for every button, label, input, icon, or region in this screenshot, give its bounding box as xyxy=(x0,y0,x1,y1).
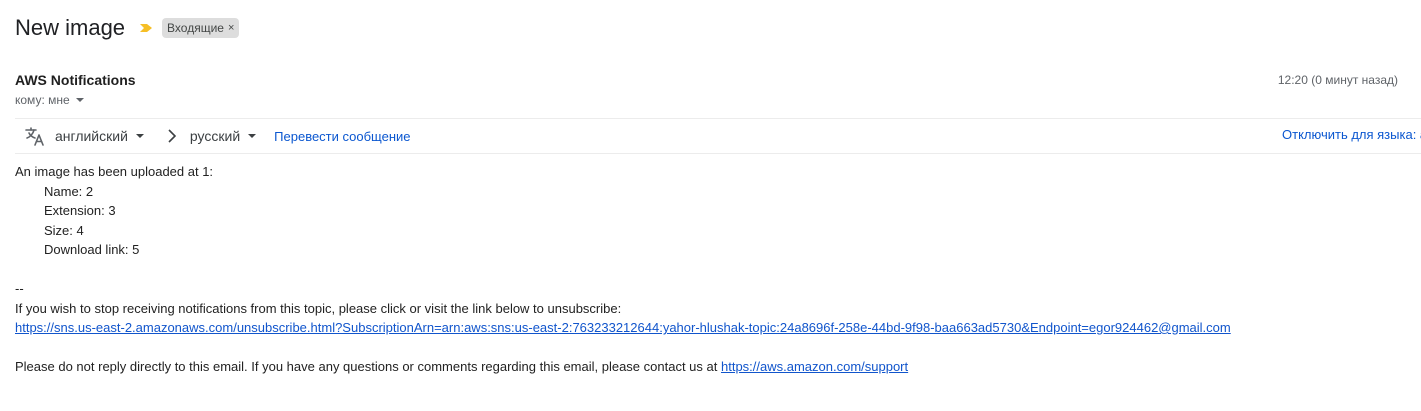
translate-icon xyxy=(24,125,46,147)
chevron-down-icon xyxy=(135,134,144,138)
unsubscribe-text: If you wish to stop receiving notificati… xyxy=(15,300,622,316)
sender-name[interactable]: AWS Notifications xyxy=(15,72,136,88)
footer-text: Please do not reply directly to this ema… xyxy=(15,359,721,374)
source-language-label: английский xyxy=(55,128,128,144)
chevron-down-icon[interactable] xyxy=(75,98,84,102)
body-intro: An image has been uploaded at 1: xyxy=(15,164,214,179)
target-language-select[interactable]: русский xyxy=(189,128,257,144)
importance-marker-icon[interactable] xyxy=(139,21,153,35)
unsubscribe-link[interactable]: https://sns.us-east-2.amazonaws.com/unsu… xyxy=(15,320,1231,335)
email-timestamp: 12:20 (0 минут назад) xyxy=(1277,73,1398,87)
body-field-extension: Extension: 3 xyxy=(44,203,116,218)
email-body: An image has been uploaded at 1: Name: 2… xyxy=(15,162,1231,377)
disable-translation-link[interactable]: Отключить для языка: а xyxy=(1282,127,1421,142)
recipient-details[interactable]: кому: мне xyxy=(15,93,84,107)
email-subject: New image xyxy=(15,15,126,40)
remove-label-icon[interactable]: × xyxy=(228,22,234,34)
signature-separator: -- xyxy=(15,281,24,296)
chevron-down-icon xyxy=(248,134,257,138)
recipient-text: кому: мне xyxy=(15,93,70,107)
label-chip-inbox: Входящие × xyxy=(162,18,240,38)
body-field-download-link: Download link: 5 xyxy=(44,242,140,257)
source-language-select[interactable]: английский xyxy=(55,128,144,144)
email-view: New image Входящие × AWS Notifications к… xyxy=(0,0,1421,411)
translate-message-link[interactable]: Перевести сообщение xyxy=(274,129,410,144)
support-link[interactable]: https://aws.amazon.com/support xyxy=(721,359,908,374)
body-field-size: Size: 4 xyxy=(44,222,84,238)
subject-row: New image Входящие × xyxy=(15,14,240,42)
translate-bar: английский русский Перевести сообщение О… xyxy=(15,118,1421,154)
chevron-right-icon xyxy=(164,129,178,143)
footer-line: Please do not reply directly to this ema… xyxy=(15,357,1231,377)
target-language-label: русский xyxy=(189,128,241,144)
label-chip-text: Входящие xyxy=(167,21,224,35)
body-field-name: Name: 2 xyxy=(44,183,94,199)
